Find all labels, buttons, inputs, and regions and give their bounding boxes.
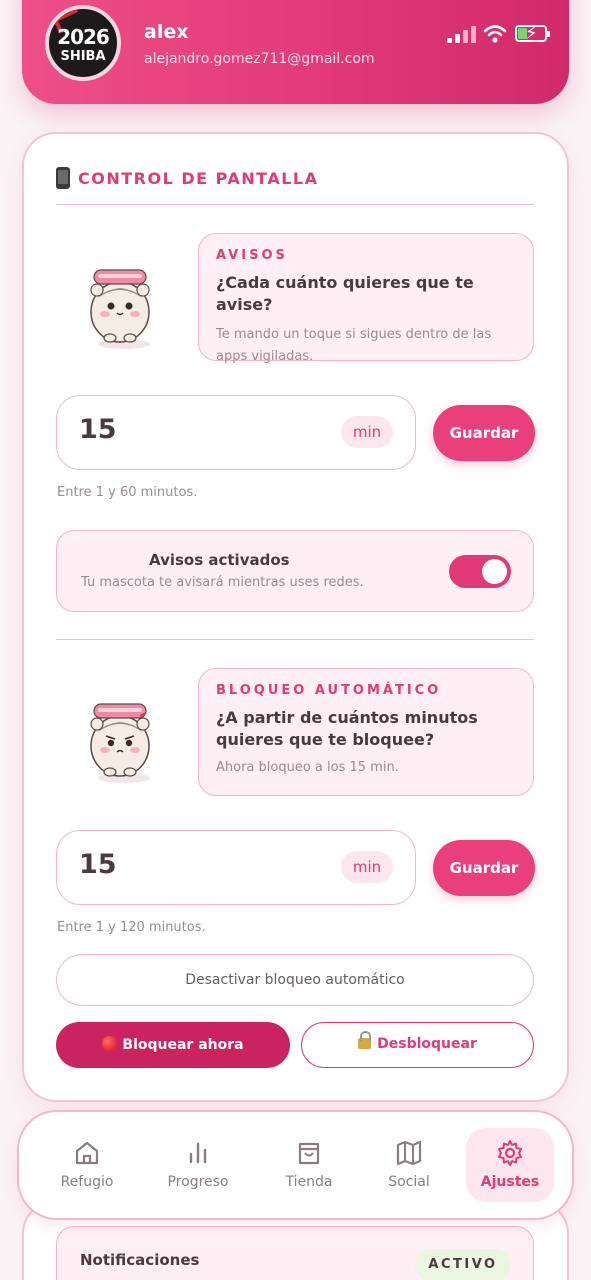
nav-item-ajustes[interactable]: Ajustes <box>466 1128 554 1202</box>
nav-label: Ajustes <box>480 1174 540 1190</box>
unit-badge: min <box>341 416 393 448</box>
nav-label: Tienda <box>285 1174 333 1190</box>
bottom-nav: Refugio Progreso Tienda Social Ajustes <box>17 1110 574 1220</box>
warnings-tag: AVISOS <box>216 248 288 263</box>
nav-label: Progreso <box>167 1174 229 1190</box>
user-email: alejandro.gomez711@gmail.com <box>144 51 375 67</box>
red-circle-icon <box>102 1036 118 1051</box>
warnings-toggle-row[interactable]: Avisos activados Tu mascota te avisará m… <box>56 530 534 612</box>
nav-label: Social <box>388 1174 430 1190</box>
toggle-title: Avisos activados <box>149 551 290 569</box>
nav-item-progreso[interactable]: Progreso <box>154 1128 242 1202</box>
angry-hamster-mascot-icon <box>90 703 150 783</box>
toggle-knob <box>482 559 507 584</box>
toggle-subtitle: Tu mascota te avisará mientras uses rede… <box>81 575 364 590</box>
section-title-text: CONTROL DE PANTALLA <box>78 168 319 188</box>
divider <box>56 204 534 205</box>
shopping-bag-icon <box>298 1142 320 1165</box>
unblock-label: Desbloquear <box>377 1036 477 1052</box>
map-icon <box>396 1140 422 1166</box>
auto-lock-minutes-input[interactable]: 15 min <box>56 830 416 905</box>
auto-lock-bubble: BLOQUEO AUTOMÁTICO ¿A partir de cuántos … <box>198 668 534 796</box>
auto-lock-minutes-value: 15 <box>79 849 117 880</box>
avatar-text-name: SHIBA <box>60 49 106 64</box>
gear-icon <box>498 1140 522 1166</box>
nav-label: Refugio <box>60 1174 114 1190</box>
block-now-button[interactable]: Bloquear ahora <box>56 1022 290 1068</box>
warning-interval-value: 15 <box>79 414 117 445</box>
avatar[interactable]: 2026 SHIBA <box>45 5 121 81</box>
nav-item-refugio[interactable]: Refugio <box>43 1128 131 1202</box>
nav-item-social[interactable]: Social <box>365 1128 453 1202</box>
save-warning-button[interactable]: Guardar <box>433 405 535 461</box>
warning-interval-input[interactable]: 15 min <box>56 395 416 470</box>
hamster-mascot-icon <box>90 269 150 349</box>
status-icons: ⚡ <box>447 22 555 46</box>
warnings-bubble: AVISOS ¿Cada cuánto quieres que te avise… <box>198 233 534 364</box>
auto-lock-tag: BLOQUEO AUTOMÁTICO <box>216 683 442 698</box>
unit-badge: min <box>341 851 393 883</box>
section-title: CONTROL DE PANTALLA <box>56 166 318 190</box>
warning-range-hint: Entre 1 y 60 minutos. <box>57 485 198 500</box>
notifications-row[interactable]: Notificaciones ACTIVO <box>56 1226 534 1280</box>
lock-icon <box>358 1031 372 1049</box>
block-now-label: Bloquear ahora <box>122 1037 244 1053</box>
signal-icon <box>447 26 477 43</box>
save-auto-lock-button[interactable]: Guardar <box>433 840 535 896</box>
notifications-label: Notificaciones <box>80 1251 200 1269</box>
user-name: alex <box>144 21 189 43</box>
phone-icon <box>56 167 70 189</box>
bar-chart-icon <box>189 1142 207 1164</box>
auto-lock-range-hint: Entre 1 y 120 minutos. <box>57 920 206 935</box>
nav-item-tienda[interactable]: Tienda <box>265 1128 353 1202</box>
disable-auto-lock-button[interactable]: Desactivar bloqueo automático <box>56 954 534 1006</box>
warnings-description: Te mando un toque si sigues dentro de la… <box>216 327 492 364</box>
status-badge: ACTIVO <box>415 1249 511 1280</box>
wifi-icon <box>483 25 507 43</box>
home-icon <box>75 1141 99 1165</box>
warnings-toggle-switch[interactable] <box>449 555 511 588</box>
divider <box>56 639 534 640</box>
warnings-question: ¿Cada cuánto quieres que te avise? <box>216 273 474 314</box>
auto-lock-question: ¿A partir de cuántos minutos quieres que… <box>216 708 478 749</box>
avatar-text-year: 2026 <box>57 25 110 49</box>
unblock-button[interactable]: Desbloquear <box>301 1022 534 1068</box>
battery-icon: ⚡ <box>515 23 550 44</box>
auto-lock-description: Ahora bloqueo a los 15 min. <box>216 760 399 775</box>
